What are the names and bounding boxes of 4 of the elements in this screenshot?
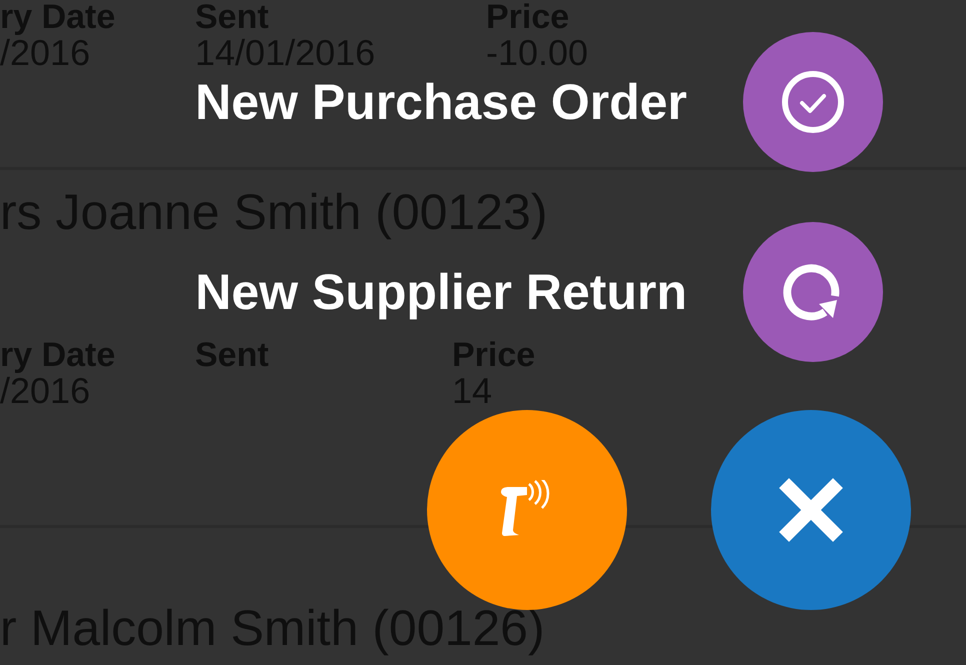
menu-label: New Purchase Order (195, 73, 687, 131)
menu-label: New Supplier Return (195, 263, 687, 321)
check-circle-icon (781, 70, 845, 134)
close-icon (779, 478, 843, 542)
